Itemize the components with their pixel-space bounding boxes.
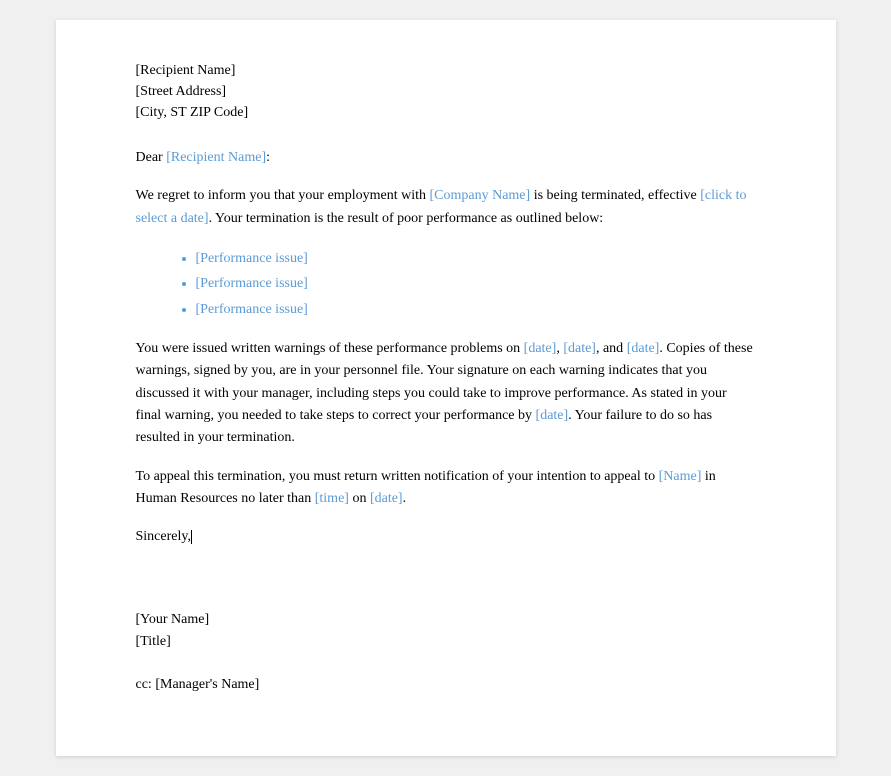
salutation-colon: :: [266, 150, 270, 165]
performance-issue-2: [Performance issue]: [196, 276, 308, 291]
p3-on: on: [349, 491, 370, 506]
salutation-recipient: [Recipient Name]: [166, 150, 266, 165]
p2-before: You were issued written warnings of thes…: [136, 341, 524, 356]
salutation-text: Dear: [136, 150, 167, 165]
hr-name-placeholder[interactable]: [Name]: [659, 469, 702, 484]
p1-before-company: We regret to inform you that your employ…: [136, 188, 430, 203]
signature-block: [Your Name] [Title]: [136, 609, 756, 654]
paragraph-intro: We regret to inform you that your employ…: [136, 185, 756, 230]
warning-date-3[interactable]: [date]: [627, 341, 660, 356]
paragraph-appeal: To appeal this termination, you must ret…: [136, 466, 756, 511]
p2-and: , and: [596, 341, 627, 356]
text-cursor: [191, 530, 192, 544]
signer-name: [Your Name]: [136, 609, 756, 631]
cc-label: cc:: [136, 677, 156, 692]
p1-after-date: . Your termination is the result of poor…: [209, 211, 604, 226]
p3-before: To appeal this termination, you must ret…: [136, 469, 659, 484]
performance-issue-3: [Performance issue]: [196, 302, 308, 317]
salutation: Dear [Recipient Name]:: [136, 147, 756, 169]
street-address: [Street Address]: [136, 81, 756, 102]
performance-issue-1: [Performance issue]: [196, 251, 308, 266]
letter-document: [Recipient Name] [Street Address] [City,…: [56, 20, 836, 756]
warning-date-1[interactable]: [date]: [524, 341, 557, 356]
paragraph-warnings: You were issued written warnings of thes…: [136, 338, 756, 450]
warning-date-4[interactable]: [date]: [536, 408, 569, 423]
list-item: [Performance issue]: [196, 271, 756, 296]
cc-name: [Manager's Name]: [155, 677, 259, 692]
appeal-date-placeholder[interactable]: [date]: [370, 491, 403, 506]
sincerely-text: Sincerely,: [136, 529, 191, 544]
city-state-zip: [City, ST ZIP Code]: [136, 102, 756, 123]
list-item: [Performance issue]: [196, 246, 756, 271]
p1-after-company: is being terminated, effective: [530, 188, 700, 203]
recipient-name: [Recipient Name]: [136, 60, 756, 81]
signer-title: [Title]: [136, 631, 756, 653]
address-block: [Recipient Name] [Street Address] [City,…: [136, 60, 756, 123]
company-placeholder: [Company Name]: [429, 188, 530, 203]
list-item: [Performance issue]: [196, 297, 756, 322]
time-placeholder[interactable]: [time]: [315, 491, 349, 506]
sincerely-line: Sincerely,: [136, 526, 756, 548]
performance-issues-list: [Performance issue] [Performance issue] …: [196, 246, 756, 322]
p3-period: .: [403, 491, 407, 506]
warning-date-2[interactable]: [date]: [563, 341, 596, 356]
cc-block: cc: [Manager's Name]: [136, 674, 756, 696]
